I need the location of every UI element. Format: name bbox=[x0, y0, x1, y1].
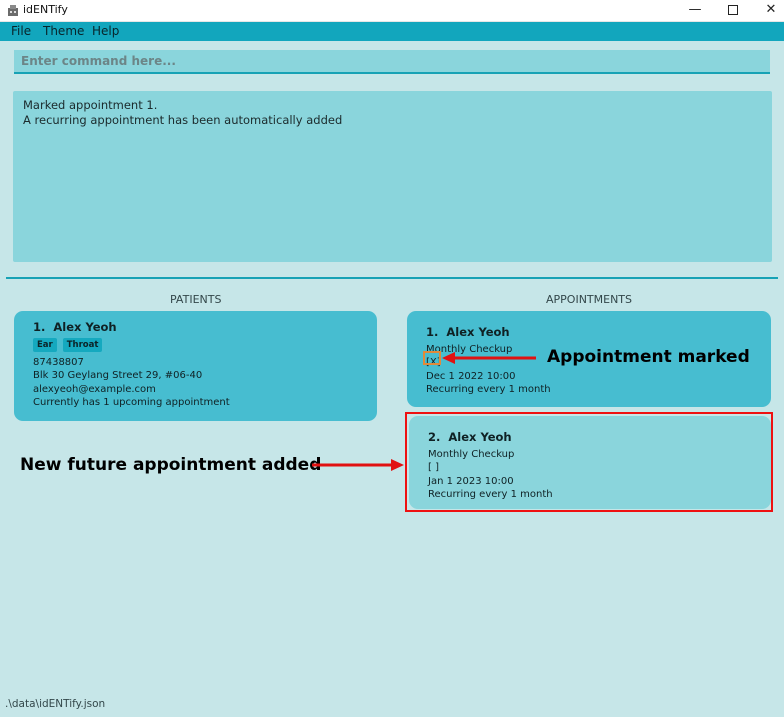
arrow-right-icon bbox=[312, 459, 404, 471]
menu-bar: File Theme Help bbox=[0, 22, 784, 41]
patient-name: Alex Yeoh bbox=[53, 320, 117, 334]
patients-header: PATIENTS bbox=[170, 293, 222, 306]
command-input[interactable] bbox=[14, 50, 770, 72]
result-display: Marked appointment 1. A recurring appoin… bbox=[13, 91, 772, 262]
command-box bbox=[14, 50, 770, 74]
new-appointment-highlight bbox=[405, 412, 773, 512]
menu-file[interactable]: File bbox=[11, 24, 31, 38]
annotation-marked: Appointment marked bbox=[547, 347, 750, 367]
appointment-name-line: 1. Alex Yeoh bbox=[426, 325, 752, 340]
divider bbox=[6, 277, 778, 279]
menu-help[interactable]: Help bbox=[92, 24, 119, 38]
patient-name-line: 1. Alex Yeoh bbox=[33, 320, 358, 335]
tag-throat: Throat bbox=[62, 337, 103, 352]
result-line-1: Marked appointment 1. bbox=[23, 98, 158, 112]
status-bar-path: .\data\idENTify.json bbox=[5, 698, 106, 710]
appointment-patient-name: Alex Yeoh bbox=[446, 325, 510, 339]
patient-phone: 87438807 bbox=[33, 356, 84, 368]
patient-index: 1. bbox=[33, 320, 46, 334]
menu-theme[interactable]: Theme bbox=[43, 24, 84, 38]
tag-ear: Ear bbox=[33, 337, 57, 352]
patient-email: alexyeoh@example.com bbox=[33, 383, 156, 395]
result-line-2: A recurring appointment has been automat… bbox=[23, 113, 343, 127]
patient-tags: Ear Throat bbox=[33, 337, 358, 352]
appointment-index: 1. bbox=[426, 325, 439, 339]
window-title: idENTify bbox=[23, 3, 68, 16]
app-icon bbox=[8, 5, 18, 16]
patient-note: Currently has 1 upcoming appointment bbox=[33, 397, 230, 408]
patient-card[interactable]: 1. Alex Yeoh Ear Throat 87438807 Blk 30 … bbox=[14, 311, 377, 421]
annotation-added: New future appointment added bbox=[20, 455, 322, 475]
appointment-datetime: Dec 1 2022 10:00 bbox=[426, 370, 516, 382]
patient-address: Blk 30 Geylang Street 29, #06-40 bbox=[33, 370, 203, 381]
arrow-left-icon bbox=[442, 352, 536, 364]
appointment-recurrence: Recurring every 1 month bbox=[426, 384, 551, 395]
appointments-header: APPOINTMENTS bbox=[546, 293, 633, 306]
marked-status-highlight bbox=[423, 351, 441, 365]
title-bar: idENTify — ✕ bbox=[0, 0, 784, 22]
close-button[interactable]: ✕ bbox=[748, 0, 784, 21]
